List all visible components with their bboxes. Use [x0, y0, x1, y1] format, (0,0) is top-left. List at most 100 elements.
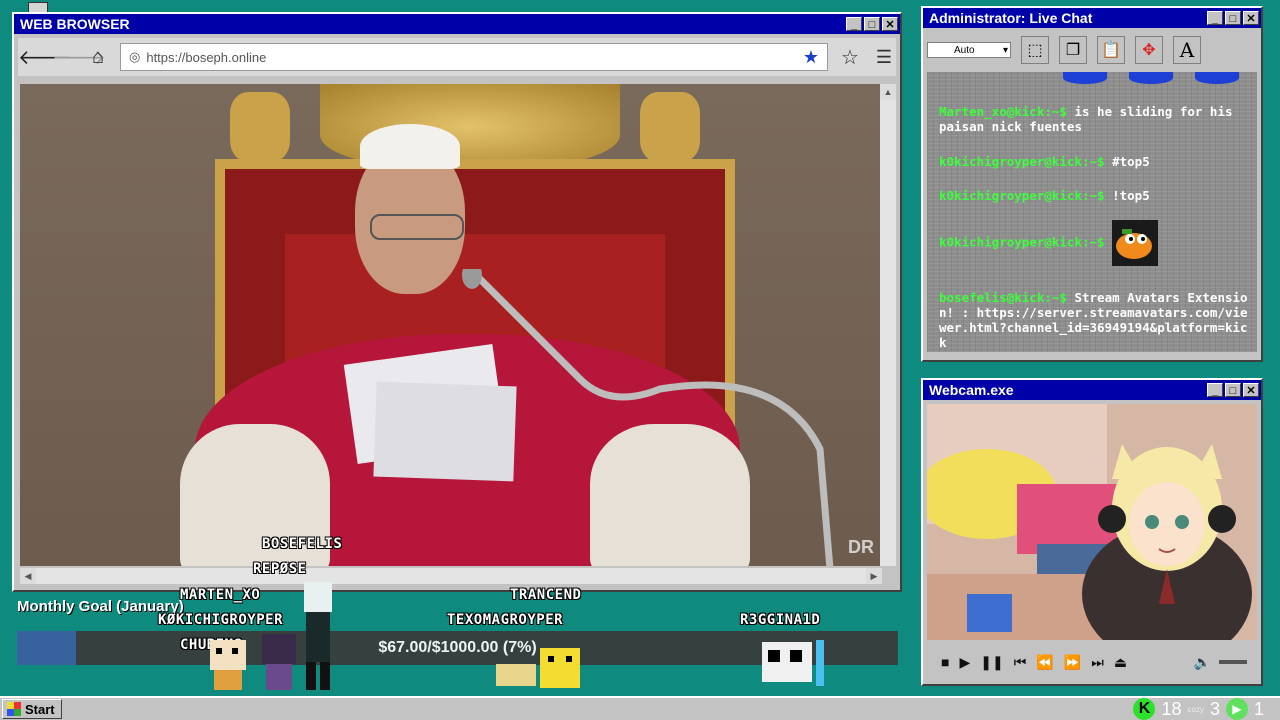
system-tray: K 18 cozy 3 ▶ 1	[1133, 698, 1280, 720]
close-button[interactable]: ✕	[1243, 383, 1259, 397]
avatar-sprite	[762, 640, 824, 686]
avatar-name-label: R3GGINA1D	[740, 612, 821, 628]
avatar-name-label: KØKICHIGROYPER	[158, 612, 284, 628]
volume-slider[interactable]	[1219, 660, 1247, 664]
vertical-scrollbar[interactable]: ▲	[880, 84, 896, 566]
maximize-button[interactable]: □	[1225, 383, 1241, 397]
minimize-button[interactable]: _	[1207, 11, 1223, 25]
close-button[interactable]: ✕	[882, 17, 898, 31]
rewind-icon[interactable]: ⏪	[1036, 654, 1053, 671]
kick-logo-icon: K	[1133, 698, 1156, 720]
chat-title: Administrator: Live Chat	[929, 10, 1093, 26]
font-icon[interactable]: A	[1173, 36, 1201, 64]
chat-toolbar: Auto ▾ ⬚ ❐ 📋 ✥ A	[927, 32, 1257, 68]
maximize-button[interactable]: □	[1225, 11, 1241, 25]
address-bar[interactable]: ◎ https://boseph.online ★	[120, 43, 828, 71]
scroll-up-arrow-icon[interactable]: ▲	[880, 84, 896, 100]
chat-text: !top5	[1112, 188, 1150, 203]
chat-messages[interactable]: Marten_xo@kick:~$ is he sliding for his …	[927, 72, 1257, 352]
stop-icon[interactable]: ■	[941, 654, 949, 670]
forward-arrow-icon[interactable]: 🡒	[52, 45, 106, 70]
white-skullcap	[360, 124, 460, 169]
play-icon[interactable]: ▶	[959, 654, 970, 671]
chat-message: k0kichigroyper@kick:~$ !top5	[939, 188, 1249, 203]
avatar-sprite	[210, 640, 246, 690]
microphone-stand-icon	[462, 269, 834, 566]
webcam-titlebar[interactable]: Webcam.exe _ □ ✕	[923, 380, 1261, 400]
taskbar: Start K 18 cozy 3 ▶ 1	[0, 696, 1280, 720]
auto-dropdown[interactable]: Auto ▾	[927, 42, 1011, 58]
bookmarked-star-icon[interactable]: ★	[803, 47, 819, 68]
webcam-title: Webcam.exe	[929, 382, 1014, 398]
webcam-view	[927, 404, 1257, 640]
browser-toolbar: 🡐 🡒 ⌂ ◎ https://boseph.online ★ ☆ ☰	[18, 38, 896, 76]
minimize-button[interactable]: _	[846, 17, 862, 31]
kick-viewer-count: 18	[1161, 698, 1182, 719]
avatar-sprite	[304, 582, 332, 690]
chat-titlebar[interactable]: Administrator: Live Chat _ □ ✕	[923, 8, 1261, 28]
fast-forward-icon[interactable]: ⏩	[1064, 654, 1081, 671]
orange-frog-emote-icon	[1112, 220, 1159, 266]
chat-username: k0kichigroyper@kick:~$	[939, 188, 1105, 203]
hamburger-menu-icon[interactable]: ☰	[872, 47, 896, 68]
browser-title: WEB BROWSER	[20, 16, 130, 32]
start-button[interactable]: Start	[2, 699, 62, 719]
chat-message: Marten_xo@kick:~$ is he sliding for his …	[939, 104, 1249, 134]
cozy-viewer-count: 3	[1209, 698, 1220, 719]
browser-titlebar[interactable]: WEB BROWSER _ □ ✕	[14, 14, 900, 34]
chat-text: #top5	[1112, 154, 1150, 169]
play-logo-icon: ▶	[1225, 698, 1248, 720]
eyeglasses	[370, 214, 464, 240]
windows-logo-icon	[7, 702, 21, 716]
horizontal-scrollbar[interactable]: ◀ ▶	[20, 568, 882, 584]
avatar-name-label: TRANCEND	[510, 587, 582, 603]
chat-message: k0kichigroyper@kick:~$ #top5	[939, 154, 1249, 169]
media-controls: ■ ▶ ❚❚ ⏮ ⏪ ⏩ ⏭ ⏏ 🔈	[927, 646, 1257, 678]
throne-gold-ornament-right	[640, 92, 700, 162]
chevron-down-icon: ▾	[1002, 44, 1008, 56]
video-viewport: DR	[20, 84, 882, 566]
back-arrow-icon[interactable]: 🡐	[18, 45, 72, 70]
skip-back-icon[interactable]: ⏮	[1014, 654, 1027, 671]
pause-icon[interactable]: ❚❚	[980, 654, 1003, 671]
eject-icon[interactable]: ⏏	[1114, 654, 1127, 671]
scroll-right-arrow-icon[interactable]: ▶	[866, 568, 882, 584]
skip-forward-icon[interactable]: ⏭	[1091, 654, 1104, 671]
avatar-name-label: TEXOMAGROYPER	[447, 612, 564, 628]
home-icon[interactable]: ⌂	[86, 46, 110, 69]
chat-username: k0kichigroyper@kick:~$	[939, 154, 1105, 169]
chat-message: k0kichigroyper@kick:~$	[939, 220, 1249, 266]
avatar-name-label: BOSEFELIS	[262, 536, 343, 552]
favorite-star-icon[interactable]: ☆	[838, 45, 862, 70]
copy-icon[interactable]: ❐	[1059, 36, 1087, 64]
live-chat-window: Administrator: Live Chat _ □ ✕ Auto ▾ ⬚ …	[921, 6, 1263, 362]
webcam-window: Webcam.exe _ □ ✕ ■ ▶ ❚❚ ⏮ ⏪ ⏩ ⏭ ⏏ 🔈	[921, 378, 1263, 686]
speaker-icon[interactable]: 🔈	[1194, 654, 1211, 671]
chat-message: bosefelis@kick:~$ Stream Avatars Extensi…	[939, 290, 1249, 350]
blue-blob-decoration	[1063, 72, 1239, 84]
maximize-button[interactable]: □	[864, 17, 880, 31]
volume-control: 🔈	[1194, 654, 1257, 671]
throne-gold-ornament-left	[230, 92, 290, 162]
scroll-left-arrow-icon[interactable]: ◀	[20, 568, 36, 584]
chat-username: k0kichigroyper@kick:~$	[939, 234, 1105, 250]
avatar-sprite	[496, 648, 580, 688]
chat-username: Marten_xo@kick:~$	[939, 104, 1067, 119]
web-browser-window: WEB BROWSER _ □ ✕ 🡐 🡒 ⌂ ◎ https://boseph…	[12, 12, 902, 592]
paste-icon[interactable]: 📋	[1097, 36, 1125, 64]
url-text: https://boseph.online	[146, 49, 267, 65]
avatar-name-label: MARTEN_XO	[180, 587, 261, 603]
video-watermark: DR	[848, 537, 874, 557]
cozy-label: cozy	[1187, 704, 1204, 714]
avatar-name-label: REPØSE	[253, 561, 307, 577]
anime-avatar-scene	[927, 404, 1257, 640]
move-icon[interactable]: ✥	[1135, 36, 1163, 64]
start-label: Start	[25, 701, 55, 717]
close-button[interactable]: ✕	[1243, 11, 1259, 25]
select-marquee-icon[interactable]: ⬚	[1021, 36, 1049, 64]
chat-username: bosefelis@kick:~$	[939, 290, 1067, 305]
play-viewer-count: 1	[1253, 698, 1264, 719]
globe-icon: ◎	[129, 49, 141, 64]
auto-dropdown-value: Auto	[954, 44, 975, 56]
minimize-button[interactable]: _	[1207, 383, 1223, 397]
